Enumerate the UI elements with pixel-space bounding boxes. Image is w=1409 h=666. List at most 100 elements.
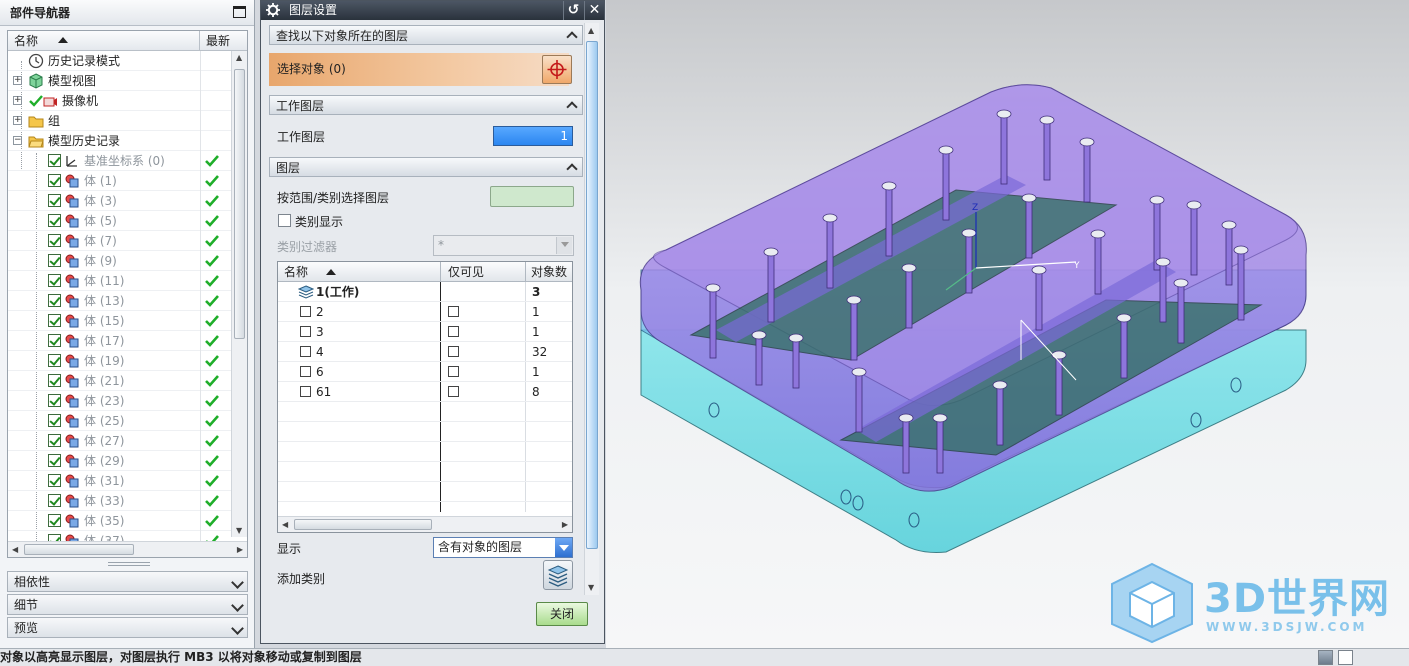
tree-item-feature[interactable]: 体 (5) — [8, 211, 233, 231]
scroll-thumb[interactable] — [586, 41, 598, 549]
scroll-right-icon[interactable]: ▶ — [237, 545, 243, 554]
visible-only-checkbox[interactable] — [448, 326, 459, 337]
column-visible-only-header[interactable]: 仅可见 — [448, 262, 484, 282]
visibility-checkbox[interactable] — [48, 214, 61, 227]
visibility-checkbox[interactable] — [48, 494, 61, 507]
mold-base-model[interactable]: Z Y — [606, 0, 1409, 648]
visible-only-checkbox[interactable] — [448, 306, 459, 317]
select-object-button[interactable] — [542, 55, 572, 84]
layer-table-horizontal-scrollbar[interactable]: ◀ ▶ — [278, 516, 572, 532]
visibility-checkbox[interactable] — [48, 514, 61, 527]
layer-visible-checkbox[interactable] — [300, 366, 311, 377]
scroll-thumb[interactable] — [294, 519, 432, 530]
expand-icon[interactable]: + — [13, 76, 22, 85]
scroll-thumb[interactable] — [234, 69, 245, 339]
tree-item-feature[interactable]: 体 (33) — [8, 491, 233, 511]
scroll-left-icon[interactable]: ◀ — [282, 520, 288, 529]
tree-item-groups[interactable]: + 组 — [8, 111, 233, 131]
visibility-checkbox[interactable] — [48, 314, 61, 327]
scroll-down-icon[interactable]: ▼ — [236, 526, 242, 535]
maximize-icon[interactable] — [233, 6, 246, 18]
status-selection-icon[interactable] — [1318, 650, 1333, 665]
tree-item-feature[interactable]: 体 (21) — [8, 371, 233, 391]
tree-item-feature[interactable]: 基准坐标系 (0) — [8, 151, 233, 171]
section-find-objects[interactable]: 查找以下对象所在的图层 — [269, 25, 583, 45]
layer-visible-checkbox[interactable] — [300, 346, 311, 357]
section-dependencies[interactable]: 相依性 — [7, 571, 248, 592]
column-count-header[interactable]: 对象数 — [531, 262, 567, 282]
visibility-checkbox[interactable] — [48, 254, 61, 267]
expand-icon[interactable]: + — [13, 96, 22, 105]
tree-item-feature[interactable]: 体 (19) — [8, 351, 233, 371]
layer-visible-checkbox[interactable] — [300, 306, 311, 317]
visible-only-checkbox[interactable] — [448, 386, 459, 397]
tree-item-history-mode[interactable]: 历史记录模式 — [8, 51, 233, 71]
visibility-checkbox[interactable] — [48, 354, 61, 367]
category-display-checkbox[interactable] — [278, 214, 291, 227]
visibility-checkbox[interactable] — [48, 434, 61, 447]
scroll-left-icon[interactable]: ◀ — [12, 545, 18, 554]
visible-only-checkbox[interactable] — [448, 346, 459, 357]
visibility-checkbox[interactable] — [48, 474, 61, 487]
layer-row[interactable]: 31 — [278, 322, 572, 342]
tree-item-feature[interactable]: 体 (1) — [8, 171, 233, 191]
dialog-title-bar[interactable]: 图层设置 ↺ ✕ — [261, 1, 604, 20]
layer-row[interactable]: 61 8 — [278, 382, 572, 402]
visible-only-checkbox[interactable] — [448, 366, 459, 377]
range-select-input[interactable] — [490, 186, 574, 207]
column-name-header[interactable]: 名称 — [284, 262, 308, 282]
gear-icon[interactable] — [265, 2, 281, 18]
scroll-thumb[interactable] — [24, 544, 134, 555]
section-work-layer[interactable]: 工作图层 — [269, 95, 583, 115]
tree-item-feature[interactable]: 体 (17) — [8, 331, 233, 351]
tree-item-model-views[interactable]: + 模型视图 — [8, 71, 233, 91]
tree-item-cameras[interactable]: + 摄像机 — [8, 91, 233, 111]
add-category-button[interactable] — [543, 560, 573, 590]
tree-item-feature[interactable]: 体 (25) — [8, 411, 233, 431]
layer-visible-checkbox[interactable] — [300, 326, 311, 337]
visibility-checkbox[interactable] — [48, 454, 61, 467]
graphics-viewport[interactable]: Z Y 3D世界网 WWW.3DSJW.COM — [606, 0, 1409, 648]
tree-item-feature[interactable]: 体 (27) — [8, 431, 233, 451]
navigator-vertical-scrollbar[interactable]: ▲ ▼ — [231, 51, 247, 537]
navigator-horizontal-scrollbar[interactable]: ◀ ▶ — [8, 541, 247, 557]
category-filter-select[interactable]: * — [433, 235, 574, 256]
visibility-checkbox[interactable] — [48, 414, 61, 427]
visibility-checkbox[interactable] — [48, 194, 61, 207]
close-button[interactable]: 关闭 — [536, 602, 588, 626]
tree-item-model-history[interactable]: − 模型历史记录 — [8, 131, 233, 151]
tree-item-feature[interactable]: 体 (3) — [8, 191, 233, 211]
dialog-vertical-scrollbar[interactable]: ▲ ▼ — [584, 23, 599, 595]
tree-item-feature[interactable]: 体 (9) — [8, 251, 233, 271]
tree-item-feature[interactable]: 体 (29) — [8, 451, 233, 471]
close-icon[interactable]: ✕ — [584, 1, 604, 20]
tree-item-feature[interactable]: 体 (13) — [8, 291, 233, 311]
scroll-right-icon[interactable]: ▶ — [562, 520, 568, 529]
visibility-checkbox[interactable] — [48, 394, 61, 407]
visibility-checkbox[interactable] — [48, 174, 61, 187]
splitter-grip[interactable] — [108, 562, 150, 566]
work-layer-input[interactable]: 1 — [493, 126, 573, 146]
tree-item-feature[interactable]: 体 (15) — [8, 311, 233, 331]
visibility-checkbox[interactable] — [48, 294, 61, 307]
column-latest-header[interactable]: 最新 — [200, 31, 230, 50]
visibility-checkbox[interactable] — [48, 154, 61, 167]
tree-item-feature[interactable]: 体 (31) — [8, 471, 233, 491]
tree-item-feature[interactable]: 体 (35) — [8, 511, 233, 531]
column-name-header[interactable]: 名称 — [8, 31, 200, 50]
reset-icon[interactable]: ↺ — [563, 1, 583, 20]
visibility-checkbox[interactable] — [48, 274, 61, 287]
expand-icon[interactable]: + — [13, 116, 22, 125]
tree-item-feature[interactable]: 体 (11) — [8, 271, 233, 291]
section-layers[interactable]: 图层 — [269, 157, 583, 177]
section-details[interactable]: 细节 — [7, 594, 248, 615]
scroll-up-icon[interactable]: ▲ — [588, 26, 594, 35]
scroll-up-icon[interactable]: ▲ — [236, 53, 242, 62]
section-preview[interactable]: 预览 — [7, 617, 248, 638]
visibility-checkbox[interactable] — [48, 374, 61, 387]
layer-row[interactable]: 4 32 — [278, 342, 572, 362]
visibility-checkbox[interactable] — [48, 234, 61, 247]
layer-row[interactable]: 1(工作) 3 — [278, 282, 572, 302]
status-window-icon[interactable] — [1338, 650, 1353, 665]
layer-row[interactable]: 61 — [278, 362, 572, 382]
